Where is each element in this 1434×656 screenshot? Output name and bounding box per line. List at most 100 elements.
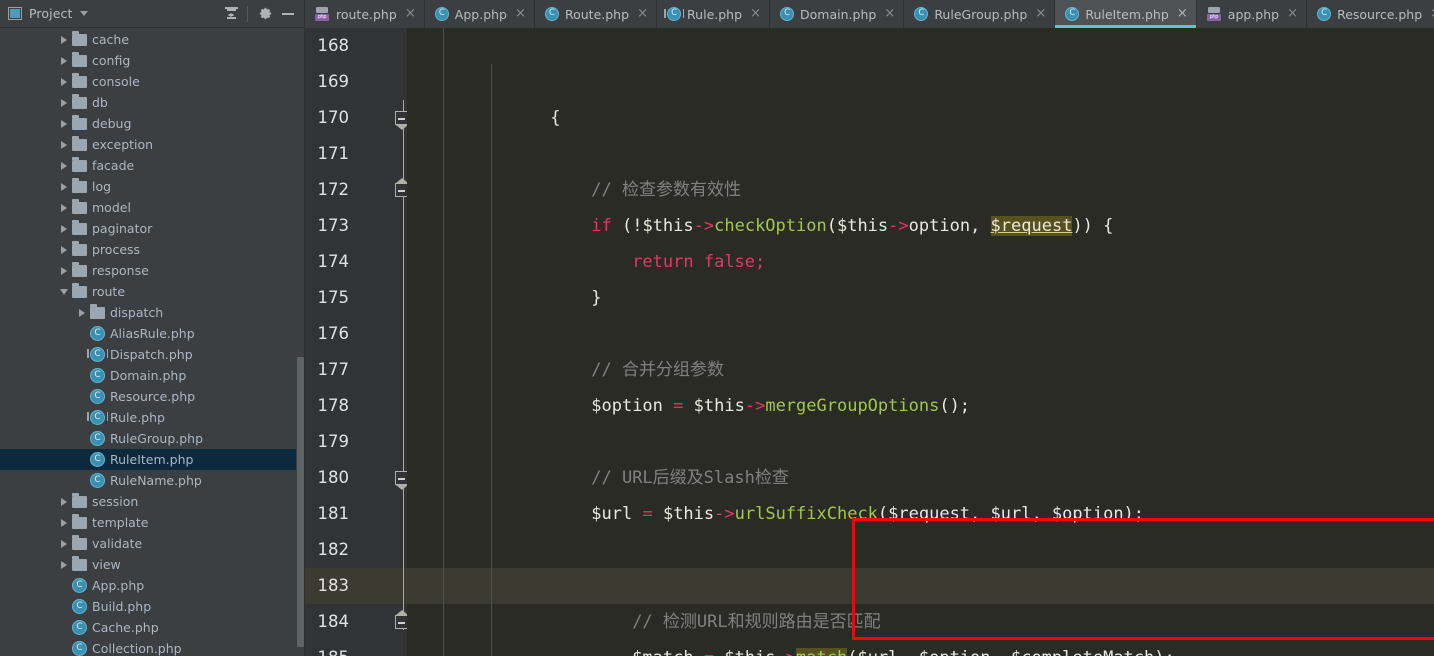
settings-button[interactable]	[254, 3, 276, 25]
chevron-right-icon[interactable]	[58, 92, 70, 113]
code-line[interactable]: }	[407, 172, 1434, 308]
tree-item-collection-php[interactable]: C Collection.php	[0, 638, 305, 656]
chevron-down-icon[interactable]	[80, 11, 89, 16]
chevron-right-icon[interactable]	[58, 239, 70, 260]
editor-tab-route-php[interactable]: C Route.php ×	[534, 0, 658, 28]
code-line[interactable]	[407, 640, 1434, 656]
tree-item-exception[interactable]: exception	[0, 134, 305, 155]
code-line[interactable]: // 合并分组参数	[407, 244, 1434, 380]
gutter-line[interactable]: 182	[305, 532, 407, 568]
chevron-right-icon[interactable]	[58, 512, 70, 533]
close-icon[interactable]: ×	[1177, 7, 1188, 20]
sidebar-scrollbar-thumb[interactable]	[297, 357, 304, 647]
tree-item-session[interactable]: session	[0, 491, 305, 512]
tree-item-dispatch-php[interactable]: C Dispatch.php	[0, 344, 305, 365]
gutter-line[interactable]: 180	[305, 460, 407, 496]
chevron-right-icon[interactable]	[58, 260, 70, 281]
code-line[interactable]	[407, 208, 1434, 244]
close-icon[interactable]: ×	[1287, 7, 1298, 20]
tree-item-config[interactable]: config	[0, 50, 305, 71]
gutter-line[interactable]: 175	[305, 280, 407, 316]
gutter-line[interactable]: 179	[305, 424, 407, 460]
chevron-right-icon[interactable]	[58, 491, 70, 512]
chevron-right-icon[interactable]	[58, 218, 70, 239]
code-line[interactable]	[407, 424, 1434, 460]
chevron-right-icon[interactable]	[76, 302, 88, 323]
close-icon[interactable]: ×	[750, 7, 761, 20]
gutter-line[interactable]: 181	[305, 496, 407, 532]
chevron-right-icon[interactable]	[58, 197, 70, 218]
code-folding-column[interactable]	[395, 28, 408, 656]
editor-tab-domain-php[interactable]: C Domain.php ×	[770, 0, 905, 28]
tree-item-dispatch[interactable]: dispatch	[0, 302, 305, 323]
tree-item-domain-php[interactable]: C Domain.php	[0, 365, 305, 386]
gutter-line[interactable]: 185	[305, 640, 407, 656]
tree-item-log[interactable]: log	[0, 176, 305, 197]
code-line[interactable]: $option = $this->mergeGroupOptions();	[407, 280, 1434, 416]
editor-tab-rulegroup-php[interactable]: C RuleGroup.php ×	[904, 0, 1056, 28]
gutter-line[interactable]: 178	[305, 388, 407, 424]
editor-tab-bar[interactable]: php route.php × C App.php × C Route.php × C Rule.p…	[305, 0, 1434, 28]
tree-item-ruleitem-php[interactable]: C RuleItem.php	[0, 449, 305, 470]
tree-item-build-php[interactable]: C Build.php	[0, 596, 305, 617]
tree-item-rule-php[interactable]: C Rule.php	[0, 407, 305, 428]
tree-item-resource-php[interactable]: C Resource.php	[0, 386, 305, 407]
editor-tab-rule-php[interactable]: C Rule.php ×	[657, 0, 771, 28]
code-line-current[interactable]: dump($match);	[407, 568, 1434, 604]
gutter-line[interactable]: 173	[305, 208, 407, 244]
editor-tab-app-php[interactable]: C App.php ×	[424, 0, 535, 28]
code-line[interactable]: // 检测URL和规则路由是否匹配	[407, 496, 1434, 632]
tree-item-rulegroup-php[interactable]: C RuleGroup.php	[0, 428, 305, 449]
gutter-line[interactable]: 176	[305, 316, 407, 352]
code-line[interactable]: // 检查参数有效性	[407, 64, 1434, 200]
gutter-line[interactable]: 169	[305, 64, 407, 100]
chevron-right-icon[interactable]	[58, 50, 70, 71]
close-icon[interactable]: ×	[1430, 7, 1434, 20]
close-icon[interactable]: ×	[884, 7, 895, 20]
code-line[interactable]: {	[407, 28, 1434, 128]
code-line[interactable]: $url = $this->urlSuffixCheck($request, $…	[407, 388, 1434, 524]
tree-item-aliasrule-php[interactable]: C AliasRule.php	[0, 323, 305, 344]
code-line[interactable]: return false;	[407, 136, 1434, 272]
chevron-right-icon[interactable]	[58, 155, 70, 176]
tree-item-model[interactable]: model	[0, 197, 305, 218]
chevron-right-icon[interactable]	[58, 113, 70, 134]
tree-item-validate[interactable]: validate	[0, 533, 305, 554]
chevron-right-icon[interactable]	[58, 71, 70, 92]
code-line[interactable]: }	[407, 604, 1434, 640]
code-line[interactable]: $match = $this->match($url, $option, $co…	[407, 532, 1434, 656]
gutter-line[interactable]: 174	[305, 244, 407, 280]
tree-item-paginator[interactable]: paginator	[0, 218, 305, 239]
tree-item-console[interactable]: console	[0, 71, 305, 92]
code-line[interactable]	[407, 316, 1434, 352]
minimize-button[interactable]	[277, 3, 299, 25]
editor-tab-ruleitem-php[interactable]: C RuleItem.php ×	[1055, 0, 1197, 28]
tree-item-cache-php[interactable]: C Cache.php	[0, 617, 305, 638]
gutter-line[interactable]: 184	[305, 604, 407, 640]
editor-tab-app-php[interactable]: php app.php ×	[1196, 0, 1308, 28]
editor-tab-resource-php[interactable]: C Resource.php ×	[1307, 0, 1434, 28]
tree-item-route[interactable]: route	[0, 281, 305, 302]
gutter-line[interactable]: 170	[305, 100, 407, 136]
tree-item-process[interactable]: process	[0, 239, 305, 260]
code-text-area[interactable]: { // 检查参数有效性 if (!$this->checkOption($th…	[407, 28, 1434, 656]
tree-item-response[interactable]: response	[0, 260, 305, 281]
tree-item-view[interactable]: view	[0, 554, 305, 575]
gutter-line[interactable]: 183	[305, 568, 407, 604]
chevron-right-icon[interactable]	[58, 176, 70, 197]
chevron-right-icon[interactable]	[58, 554, 70, 575]
tree-item-debug[interactable]: debug	[0, 113, 305, 134]
code-line[interactable]: if (is_null($match)) {	[407, 460, 1434, 596]
tree-item-template[interactable]: template	[0, 512, 305, 533]
close-icon[interactable]: ×	[405, 7, 416, 20]
close-icon[interactable]: ×	[515, 7, 526, 20]
chevron-right-icon[interactable]	[58, 29, 70, 50]
tree-item-facade[interactable]: facade	[0, 155, 305, 176]
close-icon[interactable]: ×	[1035, 7, 1046, 20]
tree-item-rulename-php[interactable]: C RuleName.php	[0, 470, 305, 491]
close-icon[interactable]: ×	[637, 7, 648, 20]
gutter-line[interactable]: 168	[305, 28, 407, 64]
chevron-down-icon[interactable]	[58, 281, 70, 302]
chevron-right-icon[interactable]	[58, 533, 70, 554]
editor-tab-route-php[interactable]: php route.php ×	[305, 0, 425, 28]
